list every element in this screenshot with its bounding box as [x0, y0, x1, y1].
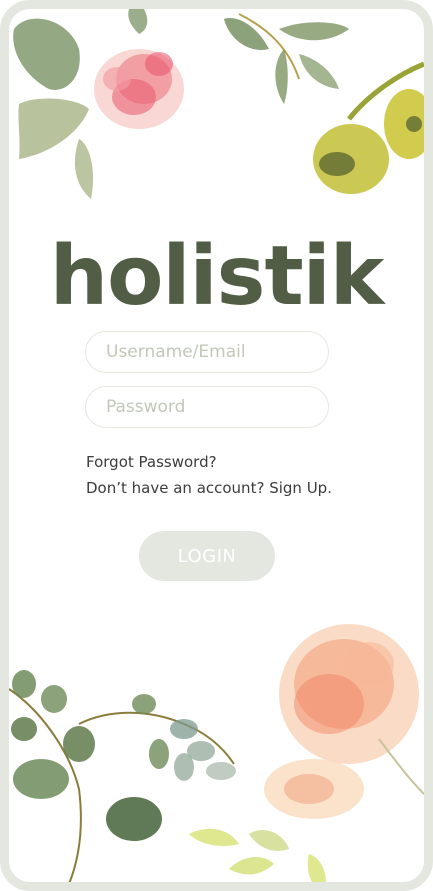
app-logo: holistik	[49, 229, 385, 324]
signup-link[interactable]: Sign Up.	[269, 479, 332, 497]
forgot-password-link[interactable]: Forgot Password?	[86, 453, 217, 471]
password-input[interactable]	[85, 386, 329, 428]
pink-flower-icon	[94, 49, 184, 129]
bottom-right-floral-illustration	[189, 624, 424, 882]
top-right-floral-illustration	[224, 13, 424, 194]
login-button[interactable]: LOGIN	[139, 531, 275, 581]
signup-prompt-text: Don’t have an account?	[86, 479, 265, 497]
yellow-leaf-icon	[189, 828, 326, 882]
phone-frame: holistik Forgot Password? Don’t have an …	[0, 0, 433, 891]
username-email-input[interactable]	[85, 331, 329, 373]
signup-prompt: Don’t have an account? Sign Up.	[86, 479, 332, 497]
peach-flower-icon	[264, 624, 424, 819]
top-left-floral-illustration	[13, 9, 184, 199]
leaf-branch-icon	[224, 13, 349, 104]
